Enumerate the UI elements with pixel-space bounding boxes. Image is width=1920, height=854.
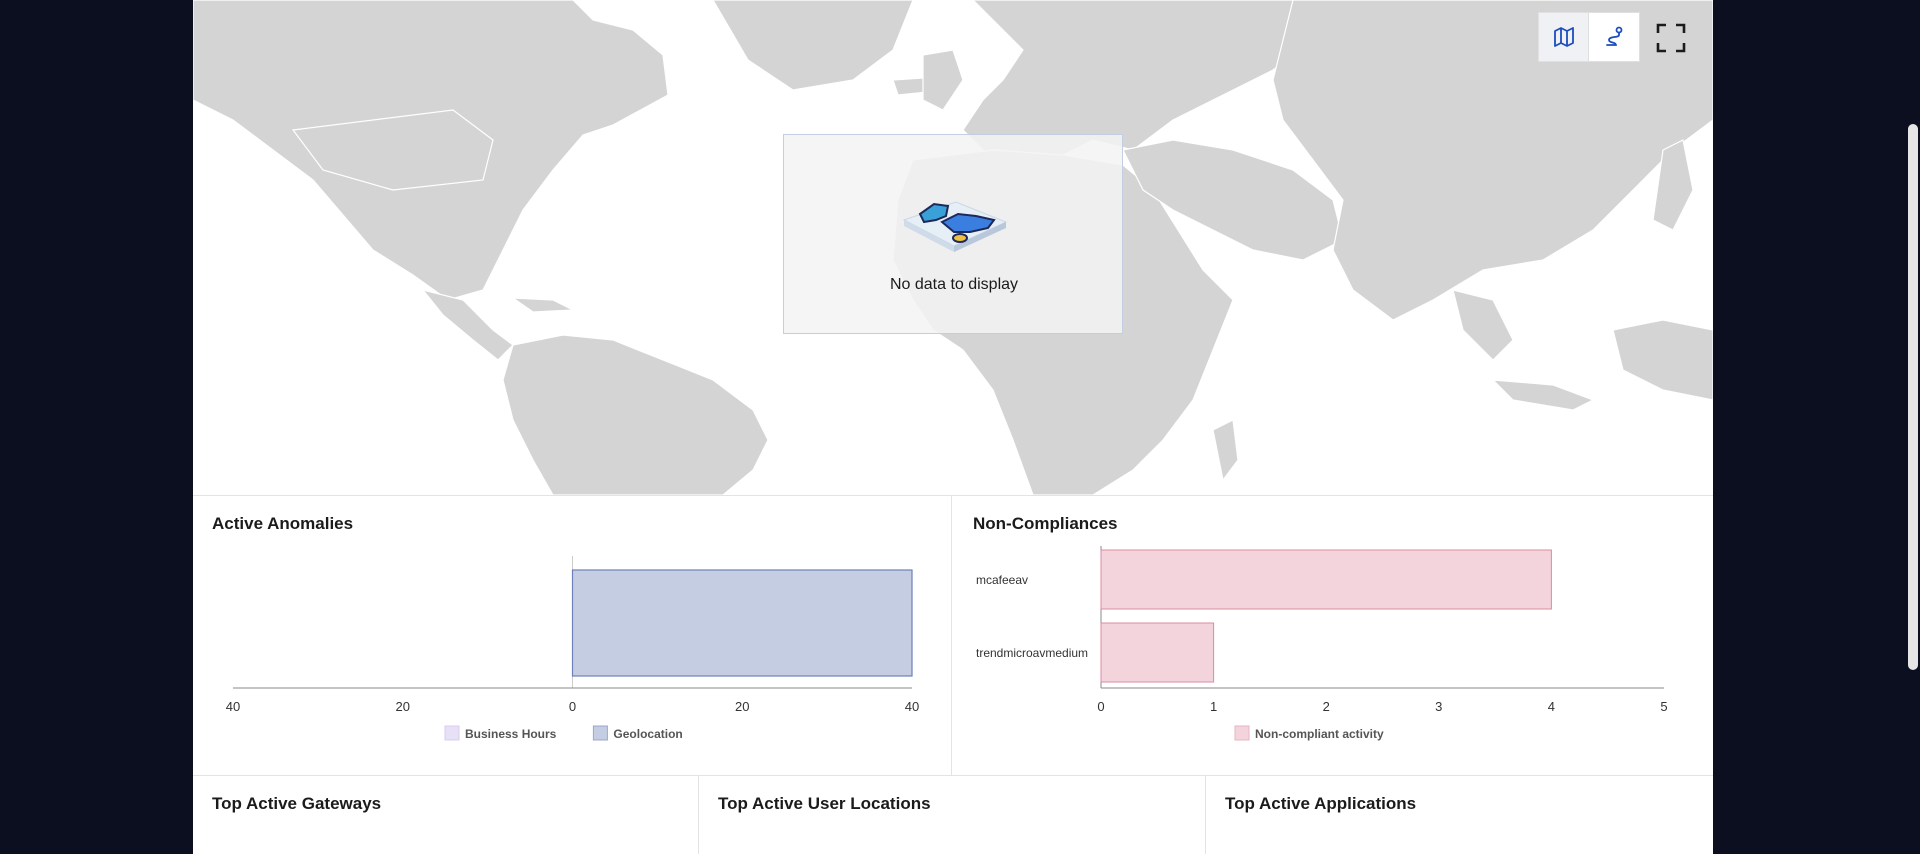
bar-non-compliant <box>1100 622 1215 683</box>
fullscreen-button[interactable] <box>1655 22 1687 54</box>
x-tick-label: 4 <box>1548 699 1555 714</box>
no-data-overlay: No data to display <box>783 134 1123 334</box>
legend-label: Business Hours <box>465 727 557 741</box>
panel-title: Active Anomalies <box>212 514 354 533</box>
top-gateways-panel: Top Active Gateways <box>193 775 699 854</box>
y-category-label: trendmicroavmedium <box>976 646 1088 660</box>
legend-swatch <box>592 725 608 741</box>
x-tick-label: 40 <box>226 699 240 714</box>
map-icon <box>1553 27 1574 47</box>
route-icon <box>1605 26 1622 46</box>
route-view-button[interactable] <box>1589 13 1638 61</box>
x-tick-label: 20 <box>735 699 749 714</box>
x-tick-label: 2 <box>1323 699 1330 714</box>
x-tick-label: 0 <box>1097 699 1104 714</box>
bar-geolocation <box>571 569 913 677</box>
x-tick-label: 1 <box>1210 699 1217 714</box>
x-tick-label: 3 <box>1435 699 1442 714</box>
legend-swatch <box>1234 725 1250 741</box>
map-view-toolbar <box>1538 12 1640 62</box>
top-user-locations-panel: Top Active User Locations <box>699 775 1206 854</box>
x-tick-label: 5 <box>1660 699 1667 714</box>
y-category-label: mcafeeav <box>976 573 1028 587</box>
non-compliances-panel: Non-Compliances mcafeeav trendmicroavmedi… <box>952 495 1713 775</box>
fullscreen-icon <box>1656 23 1686 53</box>
x-tick-label: 0 <box>569 699 576 714</box>
no-data-message: No data to display <box>889 276 1019 293</box>
active-anomalies-panel: Active Anomalies 40 20 0 20 40 Business Hours… <box>193 495 952 775</box>
panel-title: Top Active User Locations <box>718 794 931 813</box>
legend-label: Geolocation <box>613 727 682 741</box>
no-data-illustration-icon <box>902 201 1008 252</box>
non-compliances-chart: mcafeeav trendmicroavmedium 0 1 2 3 4 5 Non-comp… <box>976 546 1668 741</box>
panel-title: Top Active Applications <box>1225 794 1417 813</box>
panel-title: Non-Compliances <box>973 514 1118 533</box>
legend-label: Non-compliant activity <box>1255 727 1384 741</box>
top-applications-panel: Top Active Applications <box>1206 775 1713 854</box>
dashboard-page: No data to display Active Anomalies 40 20… <box>193 0 1713 854</box>
world-map[interactable]: No data to display <box>193 0 1713 495</box>
x-tick-label: 20 <box>396 699 410 714</box>
map-view-button[interactable] <box>1539 13 1589 61</box>
scrollbar-thumb[interactable] <box>1908 124 1918 670</box>
panel-title: Top Active Gateways <box>212 794 382 813</box>
bar-non-compliant <box>1100 549 1552 610</box>
x-tick-label: 40 <box>905 699 919 714</box>
active-anomalies-chart: 40 20 0 20 40 Business Hours Geolocation <box>226 556 919 741</box>
legend-swatch <box>444 725 460 741</box>
